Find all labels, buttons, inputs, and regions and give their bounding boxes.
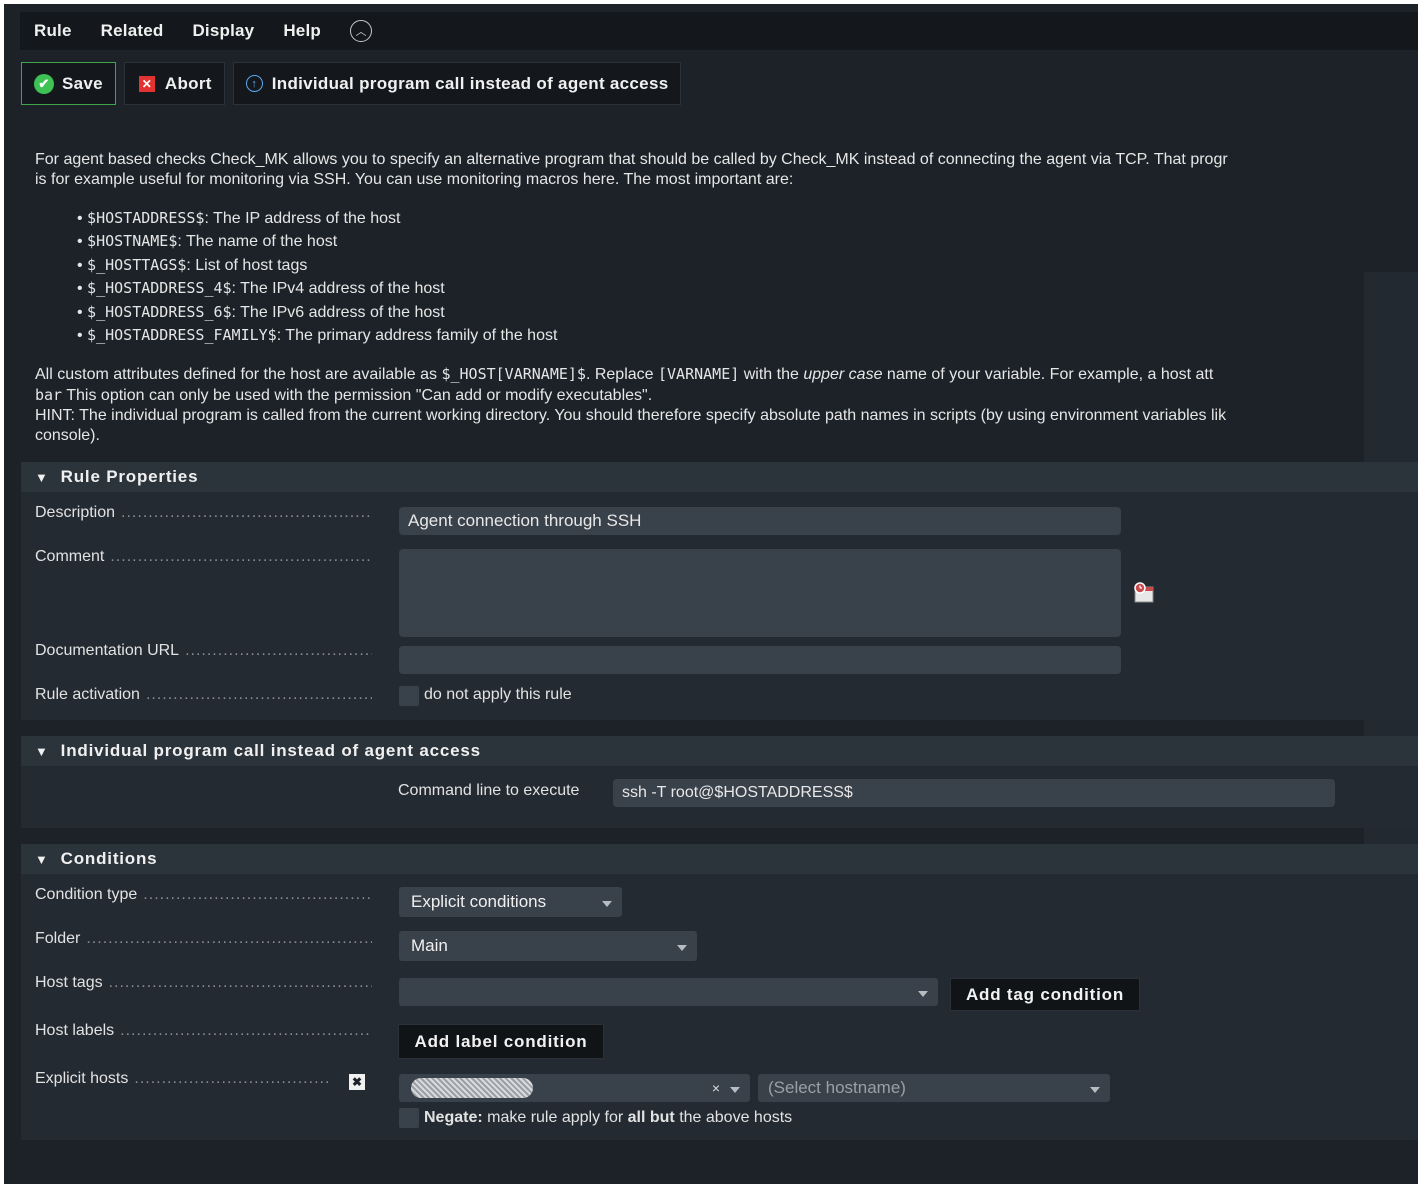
description-input[interactable]: Agent connection through SSH	[399, 507, 1121, 535]
rule-properties-header[interactable]: ▼ Rule Properties	[21, 462, 1418, 492]
doc-url-input[interactable]	[399, 646, 1121, 674]
comment-textarea[interactable]	[399, 549, 1121, 637]
calendar-icon[interactable]	[1132, 581, 1156, 605]
macro-list: $HOSTADDRESS$: The IP address of the hos…	[77, 207, 1415, 347]
help-intro-2: is for example useful for monitoring via…	[35, 171, 794, 188]
negate-checkbox[interactable]	[399, 1108, 419, 1128]
abort-button[interactable]: ✕ Abort	[123, 62, 225, 105]
help-intro-1: For agent based checks Check_MK allows y…	[35, 151, 1228, 168]
help-hint: HINT: The individual program is called f…	[35, 407, 1227, 425]
help-text: For agent based checks Check_MK allows y…	[35, 150, 1415, 446]
macro-item: $_HOSTADDRESS_4$: The IPv4 address of th…	[77, 277, 1415, 300]
folder-label: Folder	[35, 930, 81, 947]
host-tags-label: Host tags	[35, 974, 103, 991]
cmd-input[interactable]: ssh -T root@$HOSTADDRESS$	[613, 779, 1335, 807]
condition-type-row: Condition type..........................…	[35, 886, 372, 903]
condition-type-select[interactable]: Explicit conditions	[399, 887, 622, 917]
macro-item: $HOSTNAME$: The name of the host	[77, 230, 1415, 253]
abort-label: Abort	[164, 73, 212, 93]
app-window: Rule Related Display Help ︿ ✔ Save ✕ Abo…	[4, 4, 1418, 1184]
activation-row: Rule activation.........................…	[35, 686, 372, 703]
menu-help[interactable]: Help	[283, 21, 321, 41]
clear-icon[interactable]: ×	[712, 1080, 720, 1096]
add-label-condition-button[interactable]: Add label condition	[398, 1024, 604, 1059]
toolbar: ✔ Save ✕ Abort ↑ Individual program call…	[21, 62, 682, 105]
menu-bar: Rule Related Display Help ︿	[20, 12, 1418, 50]
host-labels-row: Host labels.............................…	[35, 1022, 372, 1039]
explicit-host-select[interactable]: ×	[399, 1074, 750, 1102]
abort-icon: ✕	[138, 75, 155, 92]
remove-icon[interactable]: ✖	[349, 1074, 365, 1090]
explicit-hosts-label: Explicit hosts	[35, 1070, 129, 1087]
activation-label: Rule activation	[35, 686, 140, 703]
macro-item: $_HOSTADDRESS_6$: The IPv6 address of th…	[77, 301, 1415, 324]
macro-item: $_HOSTADDRESS_FAMILY$: The primary addre…	[77, 324, 1415, 347]
collapse-icon[interactable]: ︿	[349, 20, 372, 42]
add-tag-condition-button[interactable]: Add tag condition	[950, 978, 1140, 1011]
macro-item: $_HOSTTAGS$: List of host tags	[77, 254, 1415, 277]
individual-program-label: Individual program call instead of agent…	[271, 73, 669, 93]
description-label: Description	[35, 504, 116, 521]
comment-row: Comment.................................…	[35, 548, 372, 565]
help-custom-attributes: All custom attributes defined for the ho…	[35, 365, 1214, 384]
negate-label: Negate: make rule apply for all but the …	[424, 1109, 793, 1126]
collapse-triangle-icon: ▼	[35, 469, 49, 485]
save-label: Save	[62, 73, 103, 93]
dropdown-arrow-icon	[602, 901, 612, 907]
collapse-triangle-icon: ▼	[35, 743, 49, 759]
dropdown-arrow-icon	[677, 945, 687, 951]
help-permission: bar This option can only be used with th…	[35, 386, 653, 405]
individual-program-button[interactable]: ↑ Individual program call instead of age…	[232, 62, 682, 105]
help-hint-2: console).	[35, 427, 100, 445]
menu-display[interactable]: Display	[192, 21, 254, 41]
host-labels-label: Host labels	[35, 1022, 115, 1039]
host-tags-row: Host tags...............................…	[35, 974, 372, 991]
dropdown-arrow-icon	[730, 1087, 740, 1093]
condition-type-label: Condition type	[35, 886, 138, 903]
host-tags-select[interactable]	[399, 978, 938, 1006]
menu-rule[interactable]: Rule	[34, 21, 72, 41]
hostname-redacted	[411, 1078, 533, 1098]
description-row: Description.............................…	[35, 504, 372, 521]
conditions-header[interactable]: ▼ Conditions	[21, 844, 1418, 874]
cmd-label: Command line to execute	[398, 782, 580, 799]
individual-program-section: ▼ Individual program call instead of age…	[21, 736, 1418, 828]
dropdown-arrow-icon	[1090, 1087, 1100, 1093]
rule-properties-section: ▼ Rule Properties Description...........…	[21, 462, 1418, 720]
folder-select[interactable]: Main	[399, 931, 697, 961]
macro-item: $HOSTADDRESS$: The IP address of the hos…	[77, 207, 1415, 230]
folder-row: Folder..................................…	[35, 930, 372, 947]
comment-label: Comment	[35, 548, 105, 565]
disable-rule-checkbox[interactable]	[399, 686, 419, 706]
check-icon: ✔	[34, 73, 54, 94]
explicit-hosts-row: Explicit hosts..........................…	[35, 1070, 330, 1087]
info-icon: ↑	[245, 75, 263, 92]
doc-url-row: Documentation URL.......................…	[35, 642, 372, 659]
disable-rule-label: do not apply this rule	[424, 686, 572, 703]
conditions-section: ▼ Conditions Condition type.............…	[21, 844, 1418, 1140]
hostname-select[interactable]: (Select hostname)	[758, 1074, 1110, 1102]
save-button[interactable]: ✔ Save	[21, 62, 116, 105]
collapse-triangle-icon: ▼	[35, 851, 49, 867]
doc-url-label: Documentation URL	[35, 642, 180, 659]
menu-related[interactable]: Related	[101, 21, 164, 41]
individual-program-header[interactable]: ▼ Individual program call instead of age…	[21, 736, 1418, 766]
dropdown-arrow-icon	[918, 991, 928, 997]
